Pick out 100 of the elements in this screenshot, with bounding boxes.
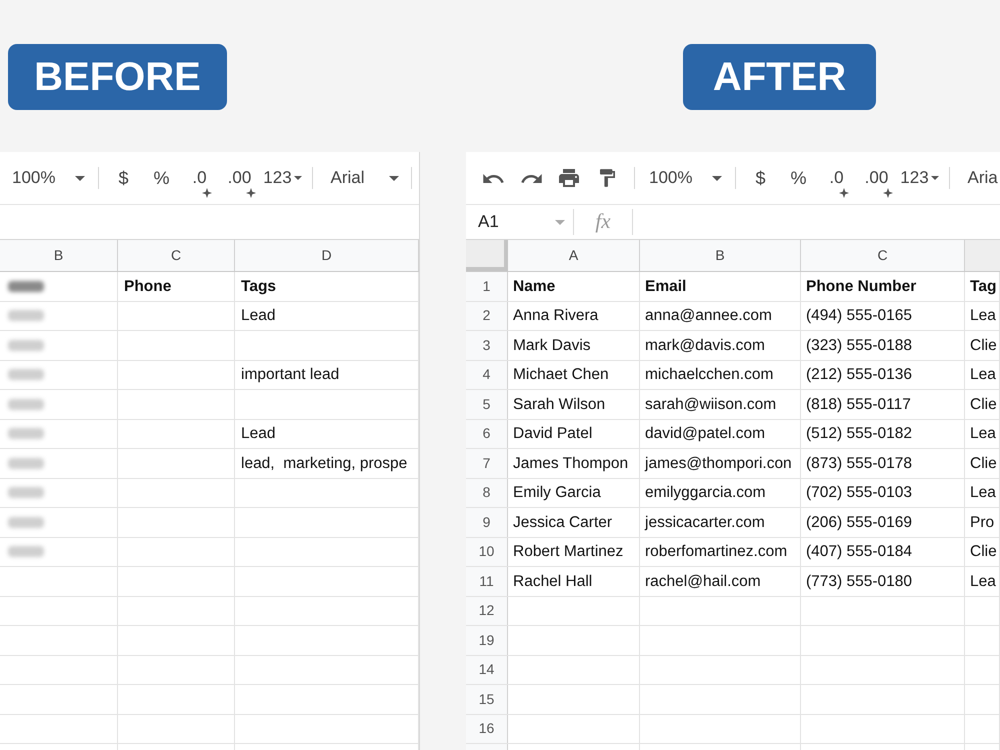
cell-text: Lea xyxy=(970,572,996,592)
cell-text: Lea xyxy=(970,483,996,504)
cell-text: (773) 555-0180 xyxy=(806,572,912,592)
decrease-decimal-button[interactable]: .0 xyxy=(180,160,218,196)
cell-text: (512) 555-0182 xyxy=(806,424,912,444)
cell-text: (407) 555-0184 xyxy=(806,542,912,562)
row-number[interactable]: 15 xyxy=(466,685,508,714)
corner-cell[interactable] xyxy=(466,240,508,271)
cell-text: Sarah Wilson xyxy=(513,394,606,415)
cell-text: (206) 555-0169 xyxy=(806,512,912,533)
cell-text: anna@annee.com xyxy=(645,306,772,326)
increase-decimal-button[interactable]: .00 xyxy=(855,160,898,196)
cell-text: jessicacarter.com xyxy=(645,512,765,533)
cell-text: roberfomartinez.com xyxy=(645,542,788,562)
function-symbol: fx xyxy=(595,208,611,236)
cell-text: Mark Davis xyxy=(513,336,591,356)
header-cell-text: Tag xyxy=(970,276,996,297)
cell-text: Lead xyxy=(241,424,276,444)
cell-text: (873) 555-0178 xyxy=(806,454,912,474)
cell-text: Anna Rivera xyxy=(513,306,598,326)
cell-text: Lead xyxy=(241,306,276,326)
cell-text: important lead xyxy=(241,365,340,386)
row-number[interactable]: 2 xyxy=(466,302,508,330)
column-header[interactable]: C xyxy=(118,240,235,271)
currency-format-button[interactable]: $ xyxy=(741,160,780,196)
cell-text: mark@davis.com xyxy=(645,336,765,356)
number-format-dropdown[interactable]: 123 xyxy=(260,160,304,196)
cell-text: Emily Garcia xyxy=(513,483,601,504)
cell-text: Pro xyxy=(970,512,994,533)
sparkle-icon xyxy=(246,188,256,198)
cell-text: rachel@hail.com xyxy=(645,572,761,592)
cell-text: Lea xyxy=(970,424,996,444)
number-format-dropdown[interactable]: 123 xyxy=(897,160,942,196)
sparkle-icon xyxy=(202,188,212,198)
printer-icon xyxy=(559,169,579,187)
cell-text: Michaet Chen xyxy=(513,365,609,386)
row-number[interactable]: 4 xyxy=(466,360,508,389)
column-header[interactable]: B xyxy=(640,240,801,271)
header-cell-text: Tags xyxy=(241,276,276,297)
title-badge: AFTER xyxy=(683,44,876,110)
cell-text: (818) 555-0117 xyxy=(806,394,911,415)
row-number[interactable]: 3 xyxy=(466,331,508,360)
header-cell-text: Phone xyxy=(124,276,172,297)
cell-text: david@patel.com xyxy=(645,424,765,444)
cell-text: James Thompon xyxy=(513,454,628,474)
row-number[interactable]: 7 xyxy=(466,449,508,478)
row-number[interactable]: 5 xyxy=(466,390,508,418)
row-number[interactable]: 16 xyxy=(466,714,508,743)
cell-text: Robert Martinez xyxy=(513,542,624,562)
decrease-decimal-button[interactable]: .0 xyxy=(817,160,856,196)
header-cell-text: Phone Number xyxy=(806,276,916,297)
cell-text: Clie xyxy=(970,454,997,474)
caret-icon xyxy=(930,176,939,180)
cell-text: David Patel xyxy=(513,424,592,444)
undo-icon xyxy=(482,174,504,182)
cell-text: sarah@wiison.com xyxy=(645,394,776,415)
row-number[interactable]: 9 xyxy=(466,508,508,536)
row-number[interactable]: 6 xyxy=(466,420,508,448)
cell-reference-dropdown[interactable]: A1 xyxy=(466,205,568,239)
percent-format-button[interactable]: % xyxy=(779,160,818,196)
row-number[interactable]: 10 xyxy=(466,538,508,566)
header-cell-text: Name xyxy=(513,276,556,297)
percent-format-button[interactable]: % xyxy=(142,160,180,196)
column-header[interactable]: A xyxy=(508,240,640,271)
row-number[interactable]: 19 xyxy=(466,626,508,654)
cell-text: Clie xyxy=(970,394,997,415)
cell-text: (494) 555-0165 xyxy=(806,306,912,326)
cell-text: (702) 555-0103 xyxy=(806,483,912,504)
currency-format-button[interactable]: $ xyxy=(104,160,142,196)
column-header[interactable]: B xyxy=(0,240,118,271)
font-dropdown[interactable]: Aria xyxy=(955,160,1000,196)
sparkle-icon xyxy=(883,188,894,198)
cell-text: lead, marketing, prospe xyxy=(241,454,408,474)
redo-icon xyxy=(520,174,542,182)
cell-text: james@thompori.con xyxy=(645,454,792,474)
cell-text: Lea xyxy=(970,365,996,386)
header-cell-text: Email xyxy=(645,276,686,297)
zoom-dropdown[interactable]: 100% xyxy=(3,160,90,196)
row-number[interactable]: 12 xyxy=(466,596,508,625)
cell-text: Jessica Carter xyxy=(513,512,612,533)
paint-roller-icon xyxy=(600,169,614,187)
font-dropdown[interactable]: Arial xyxy=(318,160,402,196)
cell-text: Lea xyxy=(970,306,996,326)
caret-icon xyxy=(294,176,302,180)
zoom-dropdown[interactable]: 100% xyxy=(640,160,728,196)
cell-text: Clie xyxy=(970,336,997,356)
cell-text: Rachel Hall xyxy=(513,572,592,592)
row-number[interactable]: 14 xyxy=(466,656,508,684)
sparkle-icon xyxy=(838,188,849,198)
cell-text: (323) 555-0188 xyxy=(806,336,912,356)
cell-text: emilyggarcia.com xyxy=(645,483,766,504)
cell-text: michaelcchen.com xyxy=(645,365,774,386)
row-number[interactable]: 8 xyxy=(466,478,508,507)
increase-decimal-button[interactable]: .00 xyxy=(218,160,260,196)
row-number[interactable]: 11 xyxy=(466,567,508,596)
column-header[interactable]: D xyxy=(235,240,419,271)
cell-text: (212) 555-0136 xyxy=(806,365,912,386)
cell-text: Clie xyxy=(970,542,997,562)
caret-icon xyxy=(555,220,565,224)
row-number[interactable]: 1 xyxy=(466,272,508,300)
